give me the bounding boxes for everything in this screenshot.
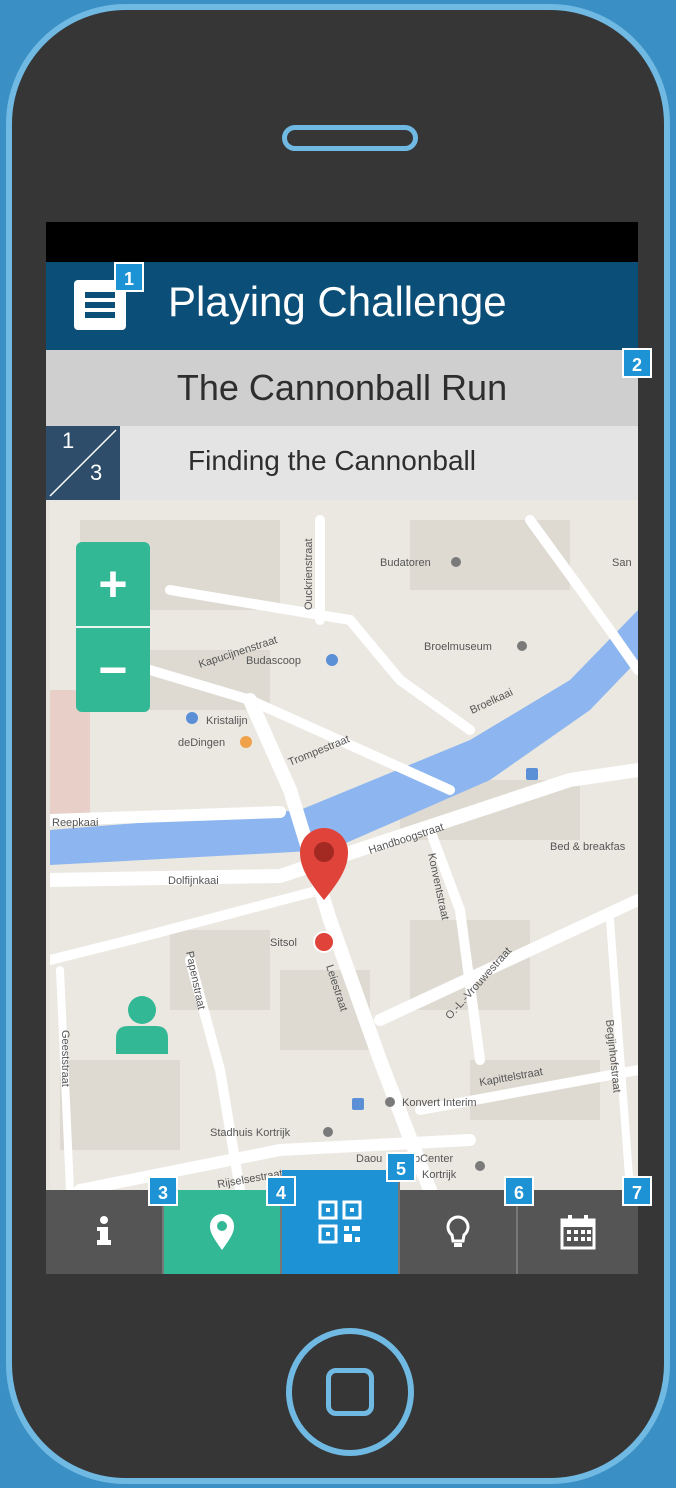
bus-stop-icon	[526, 768, 538, 780]
annotation-badge: 1	[114, 262, 144, 292]
annotation-badge: 3	[148, 1176, 178, 1206]
map-label: Bed & breakfas	[550, 841, 626, 853]
target-pin-dot	[314, 842, 334, 862]
status-bar	[46, 222, 638, 262]
poi-icon	[475, 1161, 485, 1171]
menu-icon-line	[85, 292, 115, 298]
map-label: Budatoren	[380, 557, 431, 569]
lightbulb-icon	[446, 1215, 470, 1247]
annotation-badge: 4	[266, 1176, 296, 1206]
page-title: Playing Challenge	[168, 278, 507, 325]
target-location-dot	[313, 931, 335, 953]
map-label: Dolfijnkaai	[168, 875, 219, 887]
user-location-icon[interactable]	[114, 996, 170, 1054]
map-label: Daou	[356, 1153, 382, 1165]
map-label: Broelkaai	[468, 686, 515, 716]
poi-icon	[451, 557, 461, 567]
annotation-badge: 7	[622, 1176, 652, 1206]
step-counter: 1 3	[46, 426, 120, 500]
tab-hint[interactable]	[400, 1190, 518, 1274]
zoom-in-button[interactable]: +	[76, 542, 150, 626]
tab-calendar[interactable]	[518, 1190, 638, 1274]
calendar-icon	[560, 1215, 596, 1250]
bottom-tab-bar	[46, 1170, 638, 1274]
poi-icon	[385, 1097, 395, 1107]
speaker-grille	[282, 125, 418, 151]
step-total: 3	[90, 460, 103, 485]
annotation-badge: 5	[386, 1152, 416, 1182]
map-label: deDingen	[178, 737, 225, 749]
map-label: bCenter	[414, 1153, 453, 1165]
map-label: Kortrijk	[422, 1169, 457, 1181]
place-icon	[186, 712, 198, 724]
transit-icon	[326, 654, 338, 666]
map-label: Trompestraat	[287, 733, 352, 768]
fraction-slash	[49, 429, 117, 497]
map-label: Ouckrienstraat	[303, 538, 315, 610]
shop-icon	[240, 736, 252, 748]
map-label: Geeststraat	[59, 1030, 71, 1087]
poi-icon	[323, 1127, 333, 1137]
annotation-badge: 6	[504, 1176, 534, 1206]
tab-location[interactable]	[164, 1190, 282, 1274]
map-view[interactable]: Ouckrienstraat Budatoren San Kapucijnens…	[50, 500, 638, 1194]
home-button[interactable]	[286, 1328, 414, 1456]
annotation-badge: 2	[622, 348, 652, 378]
qr-code-icon	[318, 1200, 362, 1244]
map-label: Kristalijn	[206, 715, 248, 727]
map-label: Reepkaai	[52, 817, 98, 829]
home-button-icon	[326, 1368, 374, 1416]
step-title: Finding the Cannonball	[188, 445, 476, 476]
map-label: Sitsol	[270, 937, 297, 949]
zoom-out-button[interactable]: −	[76, 628, 150, 712]
tab-qr[interactable]	[282, 1170, 400, 1274]
bus-stop-icon	[352, 1098, 364, 1110]
map-label: Konvert Interim	[402, 1097, 477, 1109]
map-label: Stadhuis Kortrijk	[210, 1127, 291, 1139]
location-pin-icon	[210, 1214, 234, 1250]
step-bar: 1 3 Finding the Cannonball	[46, 426, 638, 500]
zoom-control: + −	[76, 542, 150, 712]
app-screen: Playing Challenge The Cannonball Run 1 3…	[46, 222, 638, 1274]
page: Playing Challenge The Cannonball Run 1 3…	[0, 0, 676, 1488]
map-label: Budascoop	[246, 655, 301, 667]
poi-icon	[517, 641, 527, 651]
info-icon	[97, 1216, 111, 1245]
tab-info[interactable]	[46, 1190, 164, 1274]
menu-icon-line	[85, 302, 115, 308]
map-label: San	[612, 557, 632, 569]
challenge-name: The Cannonball Run	[46, 350, 638, 426]
menu-icon-line	[85, 312, 115, 318]
map-label: Broelmuseum	[424, 641, 492, 653]
